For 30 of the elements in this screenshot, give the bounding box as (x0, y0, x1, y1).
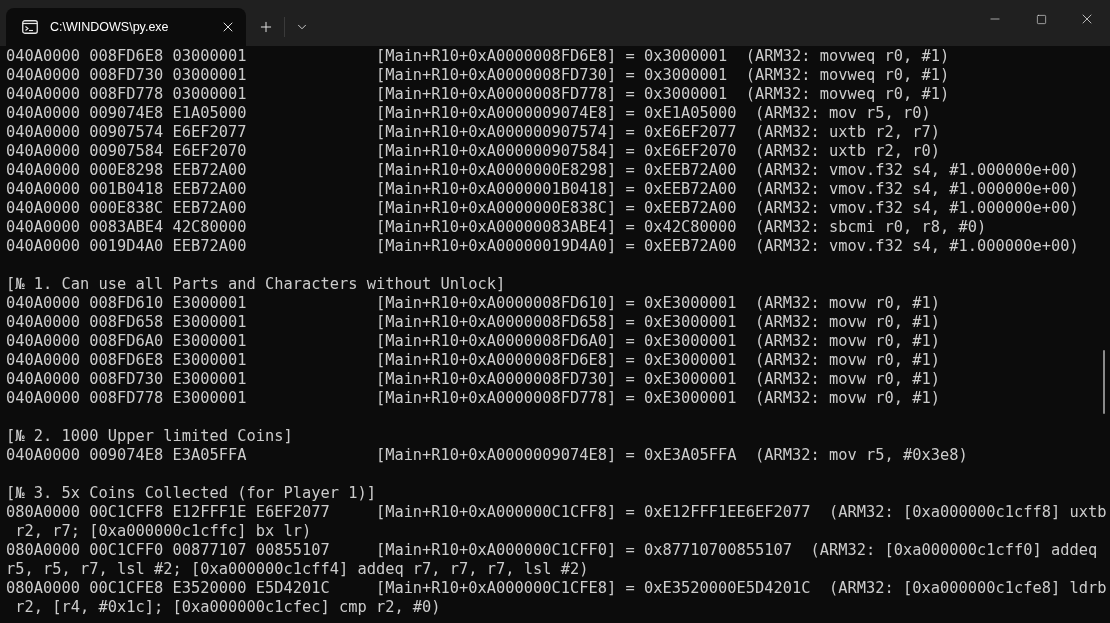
console-line: 080A0000 00C1CFE8 E3520000 E5D4201C [Main+R10+0xA000000C1CFE8] = 0xE3520000E5D4201C (ARM32: [0xa000000c1cfe8] ldrb r2, [r4, #0x1c]; [0xa000000c1cfec] cmp r2, #0) (6, 579, 1107, 617)
console-line: 040A0000 008FD6E8 03000001 [Main+R10+0xA0000008FD6E8] = 0x3000001 (ARM32: movweq r0, #1) (6, 47, 950, 66)
console-line: 040A0000 008FD6E8 E3000001 [Main+R10+0xA0000008FD6E8] = 0xE3000001 (ARM32: movw r0, #1) (6, 351, 940, 370)
console-line: 040A0000 008FD658 E3000001 [Main+R10+0xA0000008FD658] = 0xE3000001 (ARM32: movw r0, #1) (6, 313, 940, 332)
console-line: 040A0000 0019D4A0 EEB72A00 [Main+R10+0xA00000019D4A0] = 0xEEB72A00 (ARM32: vmov.f32 s4, #1.000000e+00) (6, 237, 1079, 256)
section-header: [№ 2. 1000 Upper limited Coins] (6, 427, 293, 446)
console-line: 040A0000 008FD6A0 E3000001 [Main+R10+0xA0000008FD6A0] = 0xE3000001 (ARM32: movw r0, #1) (6, 332, 940, 351)
console-line: 080A0000 00C1CFF0 00877107 00855107 [Main+R10+0xA000000C1CFF0] = 0x87710700855107 (ARM32: [0xa000000c1cff0] addeq r5, r5, r7, lsl #2; [0xa000000c1cff4] addeq r7, r7, r7, lsl #2) (6, 541, 1099, 579)
console-line: 040A0000 009074E8 E3A05FFA [Main+R10+0xA0000009074E8] = 0xE3A05FFA (ARM32: mov r5, #0x3e8) (6, 446, 968, 465)
console-line: 040A0000 008FD610 E3000001 [Main+R10+0xA0000008FD610] = 0xE3000001 (ARM32: movw r0, #1) (6, 294, 940, 313)
terminal-icon (22, 20, 38, 34)
console-line: 040A0000 009074E8 E1A05000 [Main+R10+0xA0000009074E8] = 0xE1A05000 (ARM32: mov r5, r0) (6, 104, 931, 123)
console-line: 040A0000 001B0418 EEB72A00 [Main+R10+0xA0000001B0418] = 0xEEB72A00 (ARM32: vmov.f32 s4, #1.000000e+00) (6, 180, 1079, 199)
section-header: [№ 1. Can use all Parts and Characters without Unlock] (6, 275, 506, 294)
console-line: 040A0000 008FD778 03000001 [Main+R10+0xA0000008FD778] = 0x3000001 (ARM32: movweq r0, #1) (6, 85, 950, 104)
console-line: 040A0000 000E838C EEB72A00 [Main+R10+0xA0000000E838C] = 0xEEB72A00 (ARM32: vmov.f32 s4, #1.000000e+00) (6, 199, 1079, 218)
console-line: 040A0000 00907584 E6EF2070 [Main+R10+0xA000000907584] = 0xE6EF2070 (ARM32: uxtb r2, r0) (6, 142, 940, 161)
console-line: 040A0000 00907574 E6EF2077 [Main+R10+0xA000000907574] = 0xE6EF2077 (ARM32: uxtb r2, r7) (6, 123, 940, 142)
console-line: 040A0000 008FD730 E3000001 [Main+R10+0xA0000008FD730] = 0xE3000001 (ARM32: movw r0, #1) (6, 370, 940, 389)
console-line: 080A0000 00C1CFF8 E12FFF1E E6EF2077 [Main+R10+0xA000000C1CFF8] = 0xE12FFF1EE6EF2077 (ARM32: [0xa000000c1cff8] uxtb r2, r7; [0xa000000c1cffc] bx lr) (6, 503, 1107, 541)
tab-title: C:\WINDOWS\py.exe (50, 18, 170, 36)
new-tab-icon[interactable] (258, 19, 274, 35)
console-line: 040A0000 008FD730 03000001 [Main+R10+0xA0000008FD730] = 0x3000001 (ARM32: movweq r0, #1) (6, 66, 950, 85)
maximize-icon[interactable] (1035, 13, 1047, 25)
section-header: [№ 3. 5x Coins Collected (for Player 1)] (6, 484, 376, 503)
tab[interactable]: C:\WINDOWS\py.exe (6, 8, 246, 46)
scrollbar-thumb[interactable] (1103, 350, 1105, 414)
console-line: 040A0000 0083ABE4 42C80000 [Main+R10+0xA00000083ABE4] = 0x42C80000 (ARM32: sbcmi r0, r8, #0) (6, 218, 987, 237)
console-line: 040A0000 008FD778 E3000001 [Main+R10+0xA0000008FD778] = 0xE3000001 (ARM32: movw r0, #1) (6, 389, 940, 408)
console-line: 040A0000 000E8298 EEB72A00 [Main+R10+0xA0000000E8298] = 0xEEB72A00 (ARM32: vmov.f32 s4, #1.000000e+00) (6, 161, 1079, 180)
